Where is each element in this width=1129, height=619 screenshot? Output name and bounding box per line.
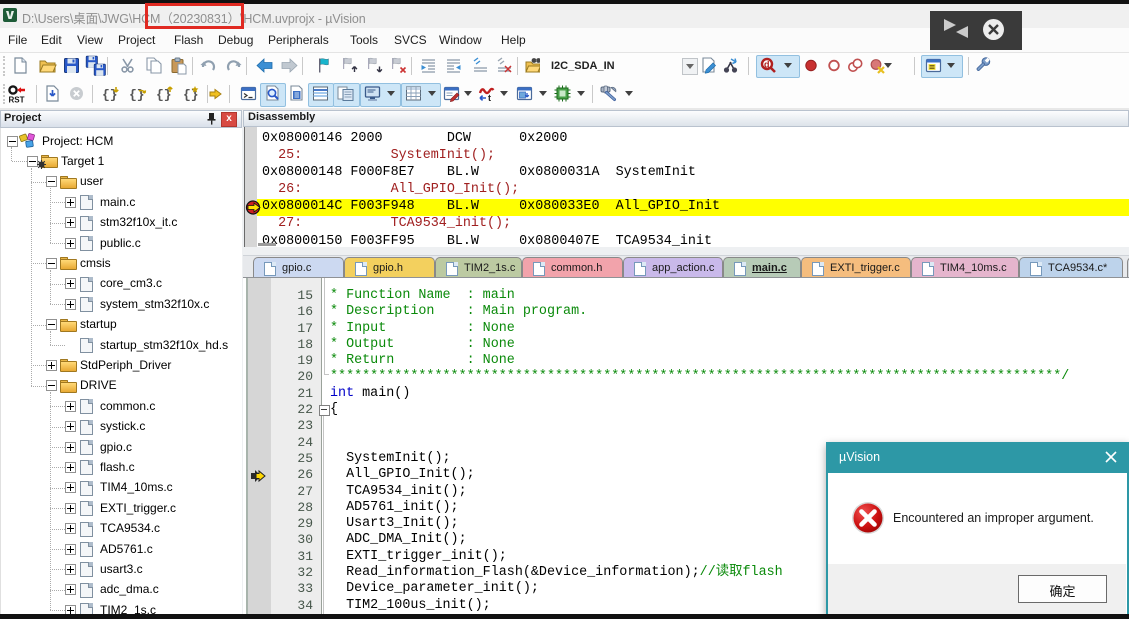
svg-text:RST: RST (9, 96, 25, 105)
svg-text:{}: {} (129, 88, 145, 103)
svg-text:t: t (488, 93, 491, 103)
svg-text:d: d (764, 60, 770, 70)
